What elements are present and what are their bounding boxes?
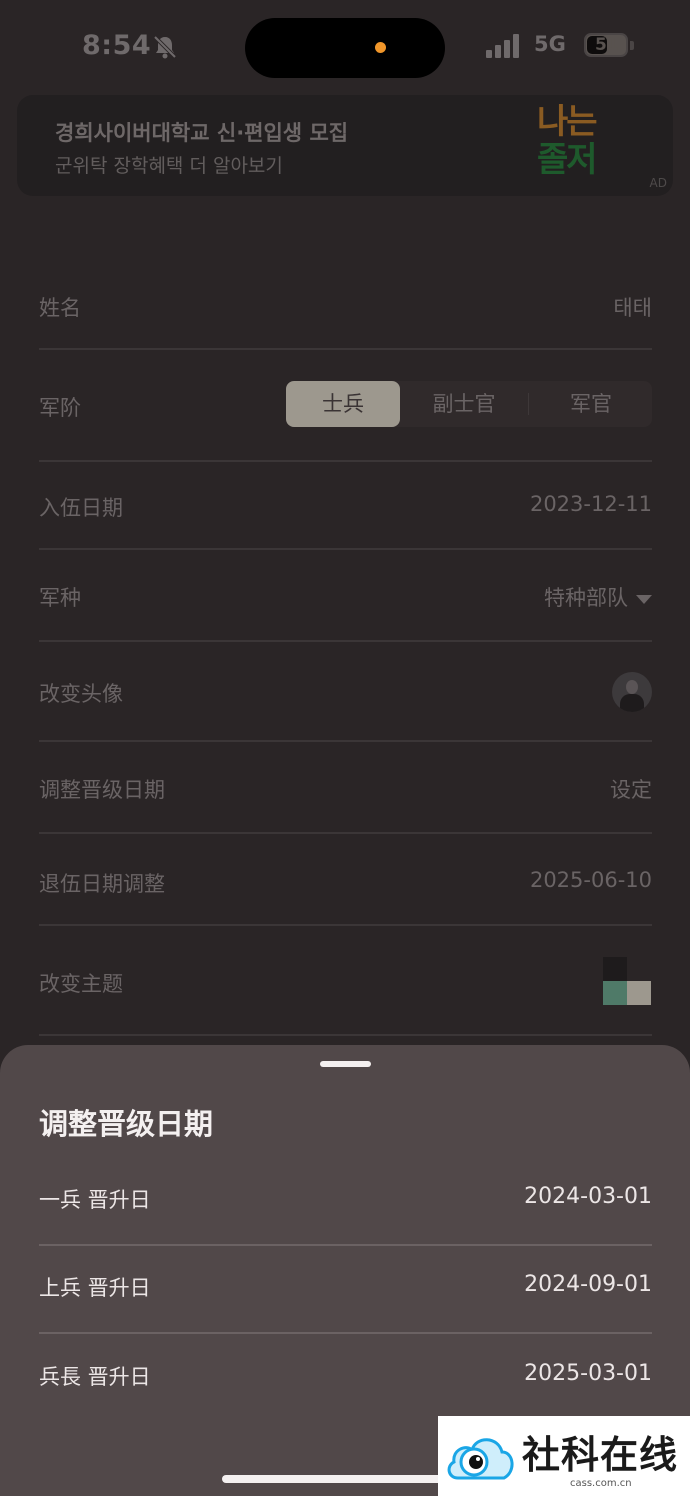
row-discharge-date[interactable]: 退伍日期调整 2025-06-10 [39, 832, 652, 926]
row-enlist-date[interactable]: 入伍日期 2023-12-11 [39, 460, 652, 550]
rank-label: 军阶 [39, 396, 81, 420]
ad-subtitle: 군위탁 장학혜택 더 알아보기 [55, 155, 283, 177]
theme-color-dark [603, 957, 627, 981]
promotion-row-sergeant[interactable]: 兵長 晋升日 2025-03-01 [39, 1333, 652, 1421]
promotion-label: 调整晋级日期 [39, 778, 165, 802]
rank-option-officer[interactable]: 军官 [530, 381, 652, 427]
promotion-row-corporal[interactable]: 上兵 晋升日 2024-09-01 [39, 1244, 652, 1334]
segment-divider [528, 393, 529, 415]
promotion-row-label: 兵長 晋升日 [39, 1365, 151, 1389]
watermark-url: cass.com.cn [570, 1478, 632, 1489]
theme-label: 改变主题 [39, 972, 123, 996]
rank-option-soldier[interactable]: 士兵 [286, 381, 400, 427]
promotion-row-label: 一兵 晋升日 [39, 1188, 151, 1212]
bell-muted-icon [153, 35, 177, 59]
branch-select[interactable]: 特种部队 [544, 582, 652, 612]
ad-logo: 나는 졸저 [537, 102, 598, 180]
promotion-row-label: 上兵 晋升日 [39, 1276, 151, 1300]
discharge-value: 2025-06-10 [529, 868, 652, 892]
status-bar: 8:54 5G 51 [0, 0, 690, 96]
rank-option-nco[interactable]: 副士官 [404, 381, 524, 427]
discharge-label: 退伍日期调整 [39, 872, 165, 896]
privacy-indicator-dot [375, 42, 386, 53]
row-theme[interactable]: 改变主题 [39, 924, 652, 1036]
row-promotion-date[interactable]: 调整晋级日期 设定 [39, 740, 652, 834]
branch-value: 特种部队 [544, 586, 628, 610]
promotion-row-date: 2024-03-01 [524, 1184, 652, 1209]
cellular-signal-icon [486, 34, 519, 58]
sheet-title: 调整晋级日期 [39, 1107, 214, 1141]
promotion-row-date: 2025-03-01 [524, 1361, 652, 1386]
caret-down-icon [636, 594, 652, 604]
enlist-date-label: 入伍日期 [39, 496, 123, 520]
enlist-date-value: 2023-12-11 [529, 492, 652, 516]
theme-color-green [603, 981, 627, 1005]
avatar[interactable] [612, 672, 652, 712]
row-branch[interactable]: 军种 特种部队 [39, 548, 652, 642]
dynamic-island [245, 18, 445, 78]
battery-tip [630, 41, 634, 50]
rank-segmented-control: 士兵 副士官 军官 [286, 381, 652, 427]
home-indicator[interactable] [222, 1475, 468, 1483]
cloud-eye-icon [447, 1438, 514, 1480]
branch-label: 军种 [39, 586, 81, 610]
row-name[interactable]: 姓名 태태 [39, 262, 652, 350]
battery-icon: 51 [584, 33, 628, 57]
sheet-drag-handle[interactable] [320, 1061, 371, 1067]
ad-banner[interactable]: 경희사이버대학교 신·편입생 모집 군위탁 장학혜택 더 알아보기 나는 졸저 … [17, 95, 673, 196]
ad-badge: AD [649, 176, 667, 190]
theme-color-beige [627, 981, 651, 1005]
promotion-row-date: 2024-09-01 [524, 1272, 652, 1297]
battery-level: 51 [595, 35, 619, 55]
row-avatar[interactable]: 改变头像 [39, 640, 652, 742]
status-time: 8:54 [82, 30, 152, 61]
name-label: 姓名 [39, 296, 81, 320]
name-value: 태태 [613, 296, 652, 320]
promotion-row-pfc[interactable]: 一兵 晋升日 2024-03-01 [39, 1156, 652, 1246]
avatar-label: 改变头像 [39, 682, 123, 706]
ad-title: 경희사이버대학교 신·편입생 모집 [55, 121, 349, 145]
theme-swatch[interactable] [603, 957, 651, 1005]
watermark-text: 社科在线 [522, 1433, 679, 1477]
watermark-logo: 社科在线 cass.com.cn [438, 1416, 690, 1496]
promotion-value: 设定 [610, 778, 652, 802]
network-type: 5G [534, 32, 566, 56]
